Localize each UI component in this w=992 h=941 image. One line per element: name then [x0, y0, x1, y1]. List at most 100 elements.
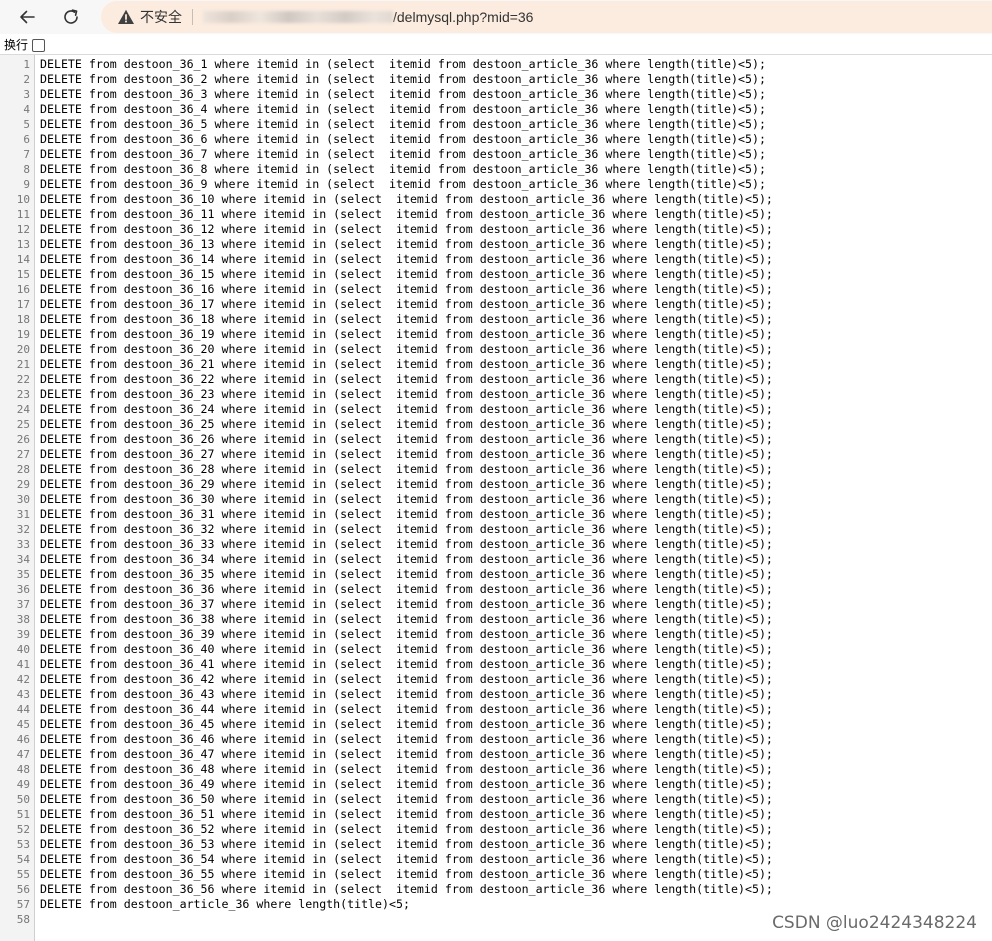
line-number: 45	[16, 718, 30, 731]
source-line: 37 DELETE from destoon_36_37 where itemid…	[0, 597, 992, 612]
line-code: DELETE from destoon_36_17 where itemid i…	[40, 297, 773, 311]
line-code: DELETE from destoon_36_5 where itemid in…	[40, 117, 766, 131]
source-line: 29 DELETE from destoon_36_29 where itemid…	[0, 477, 992, 492]
line-number: 48	[16, 763, 30, 776]
line-number: 24	[16, 403, 30, 416]
line-number: 52	[16, 823, 30, 836]
url-path: /delmysql.php?mid=36	[393, 9, 534, 25]
source-line: 4 DELETE from destoon_36_4 where itemid i…	[0, 102, 992, 117]
line-code: DELETE from destoon_36_46 where itemid i…	[40, 732, 773, 746]
line-number: 31	[16, 508, 30, 521]
line-number: 54	[16, 853, 30, 866]
source-line: 2 DELETE from destoon_36_2 where itemid i…	[0, 72, 992, 87]
line-code: DELETE from destoon_36_22 where itemid i…	[40, 372, 773, 386]
line-code: DELETE from destoon_36_44 where itemid i…	[40, 702, 773, 716]
line-code: DELETE from destoon_36_42 where itemid i…	[40, 672, 773, 686]
line-code: DELETE from destoon_36_56 where itemid i…	[40, 882, 773, 896]
source-line: 1 DELETE from destoon_36_1 where itemid i…	[0, 57, 992, 72]
line-number: 32	[16, 523, 30, 536]
back-button[interactable]	[13, 3, 41, 31]
line-code: DELETE from destoon_36_19 where itemid i…	[40, 327, 773, 341]
watermark: CSDN @luo2424348224	[772, 913, 977, 933]
line-number: 5	[23, 118, 30, 131]
line-number: 2	[23, 73, 30, 86]
source-line: 36 DELETE from destoon_36_36 where itemid…	[0, 582, 992, 597]
line-code: DELETE from destoon_36_31 where itemid i…	[40, 507, 773, 521]
wrap-checkbox[interactable]	[32, 38, 46, 52]
source-line: 55 DELETE from destoon_36_55 where itemid…	[0, 867, 992, 882]
line-number: 39	[16, 628, 30, 641]
line-code: DELETE from destoon_36_36 where itemid i…	[40, 582, 773, 596]
line-code: DELETE from destoon_36_33 where itemid i…	[40, 537, 773, 551]
source-line: 9 DELETE from destoon_36_9 where itemid i…	[0, 177, 992, 192]
line-code: DELETE from destoon_36_4 where itemid in…	[40, 102, 766, 116]
line-number: 4	[23, 103, 30, 116]
line-code: DELETE from destoon_36_20 where itemid i…	[40, 342, 773, 356]
source-line: 11 DELETE from destoon_36_11 where itemid…	[0, 207, 992, 222]
source-line: 53 DELETE from destoon_36_53 where itemid…	[0, 837, 992, 852]
line-code: DELETE from destoon_36_13 where itemid i…	[40, 237, 773, 251]
line-number: 15	[16, 268, 30, 281]
line-code: DELETE from destoon_36_15 where itemid i…	[40, 267, 773, 281]
source-line: 17 DELETE from destoon_36_17 where itemid…	[0, 297, 992, 312]
source-line: 25 DELETE from destoon_36_25 where itemid…	[0, 417, 992, 432]
source-view: 1 DELETE from destoon_36_1 where itemid i…	[0, 54, 992, 941]
line-number: 19	[16, 328, 30, 341]
source-line: 15 DELETE from destoon_36_15 where itemid…	[0, 267, 992, 282]
line-number: 9	[23, 178, 30, 191]
line-code: DELETE from destoon_36_11 where itemid i…	[40, 207, 773, 221]
security-label[interactable]: 不安全	[140, 7, 182, 27]
line-code: DELETE from destoon_36_1 where itemid in…	[40, 57, 766, 71]
line-code: DELETE from destoon_36_7 where itemid in…	[40, 147, 766, 161]
line-code: DELETE from destoon_36_6 where itemid in…	[40, 132, 766, 146]
line-number: 29	[16, 478, 30, 491]
source-line: 7 DELETE from destoon_36_7 where itemid i…	[0, 147, 992, 162]
line-number: 42	[16, 673, 30, 686]
line-code: DELETE from destoon_36_3 where itemid in…	[40, 87, 766, 101]
line-number: 47	[16, 748, 30, 761]
source-lines: 1 DELETE from destoon_36_1 where itemid i…	[0, 57, 992, 927]
line-code: DELETE from destoon_36_40 where itemid i…	[40, 642, 773, 656]
line-code: DELETE from destoon_36_24 where itemid i…	[40, 402, 773, 416]
reload-button[interactable]	[57, 3, 85, 31]
source-line: 33 DELETE from destoon_36_33 where itemid…	[0, 537, 992, 552]
source-line: 16 DELETE from destoon_36_16 where itemid…	[0, 282, 992, 297]
url-text[interactable]: /delmysql.php?mid=36	[203, 9, 533, 25]
line-code: DELETE from destoon_36_50 where itemid i…	[40, 792, 773, 806]
source-line: 44 DELETE from destoon_36_44 where itemid…	[0, 702, 992, 717]
line-code: DELETE from destoon_36_14 where itemid i…	[40, 252, 773, 266]
line-code: DELETE from destoon_36_38 where itemid i…	[40, 612, 773, 626]
warning-triangle-icon[interactable]	[117, 8, 135, 26]
line-code: DELETE from destoon_36_12 where itemid i…	[40, 222, 773, 236]
line-number: 7	[23, 148, 30, 161]
line-code: DELETE from destoon_36_37 where itemid i…	[40, 597, 773, 611]
line-number: 28	[16, 463, 30, 476]
source-line: 46 DELETE from destoon_36_46 where itemid…	[0, 732, 992, 747]
line-code: DELETE from destoon_36_45 where itemid i…	[40, 717, 773, 731]
source-line: 50 DELETE from destoon_36_50 where itemid…	[0, 792, 992, 807]
line-number: 41	[16, 658, 30, 671]
line-code: DELETE from destoon_36_2 where itemid in…	[40, 72, 766, 86]
line-code: DELETE from destoon_36_41 where itemid i…	[40, 657, 773, 671]
source-line: 10 DELETE from destoon_36_10 where itemid…	[0, 192, 992, 207]
source-line: 43 DELETE from destoon_36_43 where itemid…	[0, 687, 992, 702]
line-code: DELETE from destoon_36_29 where itemid i…	[40, 477, 773, 491]
line-code: DELETE from destoon_36_52 where itemid i…	[40, 822, 773, 836]
source-line: 54 DELETE from destoon_36_54 where itemid…	[0, 852, 992, 867]
line-number: 37	[16, 598, 30, 611]
line-number: 8	[23, 163, 30, 176]
address-bar[interactable]: 不安全 /delmysql.php?mid=36	[101, 1, 992, 33]
line-code: DELETE from destoon_36_48 where itemid i…	[40, 762, 773, 776]
line-code: DELETE from destoon_36_10 where itemid i…	[40, 192, 773, 206]
line-code: DELETE from destoon_36_35 where itemid i…	[40, 567, 773, 581]
source-line: 49 DELETE from destoon_36_49 where itemid…	[0, 777, 992, 792]
source-line: 45 DELETE from destoon_36_45 where itemid…	[0, 717, 992, 732]
source-line: 22 DELETE from destoon_36_22 where itemid…	[0, 372, 992, 387]
source-line: 56 DELETE from destoon_36_56 where itemid…	[0, 882, 992, 897]
line-number: 6	[23, 133, 30, 146]
source-line: 40 DELETE from destoon_36_40 where itemid…	[0, 642, 992, 657]
line-code: DELETE from destoon_36_43 where itemid i…	[40, 687, 773, 701]
line-number: 40	[16, 643, 30, 656]
line-code: DELETE from destoon_36_39 where itemid i…	[40, 627, 773, 641]
reload-icon	[64, 9, 78, 24]
